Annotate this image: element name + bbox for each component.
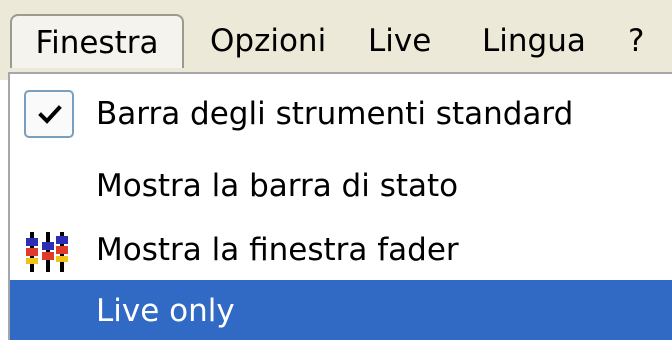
menu-lingua[interactable]: Lingua: [482, 14, 586, 68]
menu-item-label: Mostra la finestra fader: [96, 232, 459, 268]
menu-item-live-only[interactable]: Live only: [10, 280, 672, 340]
menu-bar: Finestra Opzioni Live Lingua ?: [0, 0, 672, 80]
check-icon: [24, 90, 74, 138]
menu-item-fader-window[interactable]: Mostra la finestra fader: [10, 218, 672, 282]
finestra-dropdown-menu: Barra degli strumenti standard Mostra la…: [8, 72, 672, 340]
menu-opzioni[interactable]: Opzioni: [210, 14, 326, 68]
menu-item-label: Mostra la barra di stato: [96, 168, 459, 204]
menu-item-label: Live only: [96, 293, 235, 329]
menu-live[interactable]: Live: [368, 14, 431, 68]
menu-item-label: Barra degli strumenti standard: [96, 96, 574, 132]
menu-help[interactable]: ?: [628, 14, 644, 68]
menu-item-standard-toolbar[interactable]: Barra degli strumenti standard: [10, 82, 672, 146]
menu-finestra[interactable]: Finestra: [10, 14, 184, 68]
fader-icon: [24, 230, 70, 274]
menu-item-status-bar[interactable]: Mostra la barra di stato: [10, 154, 672, 218]
